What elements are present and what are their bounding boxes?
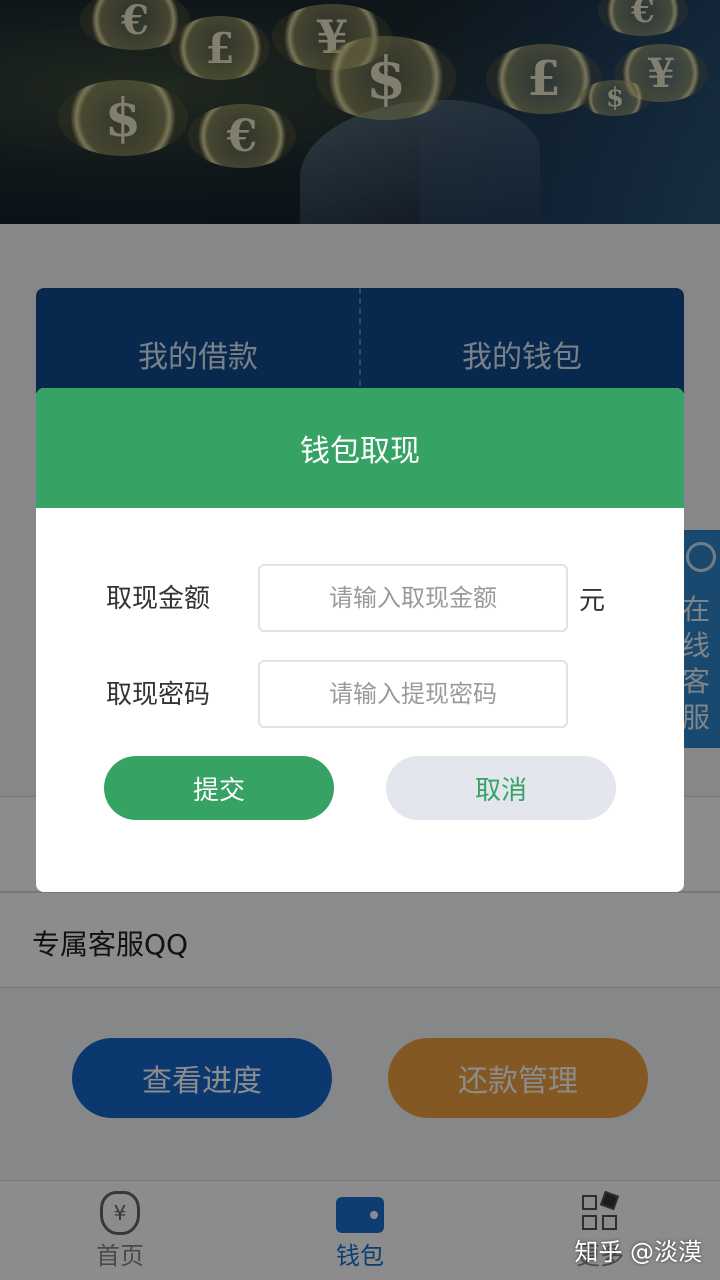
amount-input[interactable] (258, 564, 568, 632)
password-label: 取现密码 (106, 680, 211, 710)
password-input[interactable] (258, 660, 568, 728)
cancel-button[interactable]: 取消 (386, 756, 616, 820)
watermark: 知乎 @淡漠 (574, 1238, 702, 1266)
currency-unit: 元 (579, 586, 606, 616)
withdraw-dialog: 钱包取现 取现金额 元 取现密码 提交 取消 (36, 388, 684, 892)
dialog-title: 钱包取现 (300, 434, 420, 469)
submit-button[interactable]: 提交 (104, 756, 334, 820)
dialog-header: 钱包取现 (36, 388, 684, 508)
amount-label: 取现金额 (106, 584, 211, 614)
